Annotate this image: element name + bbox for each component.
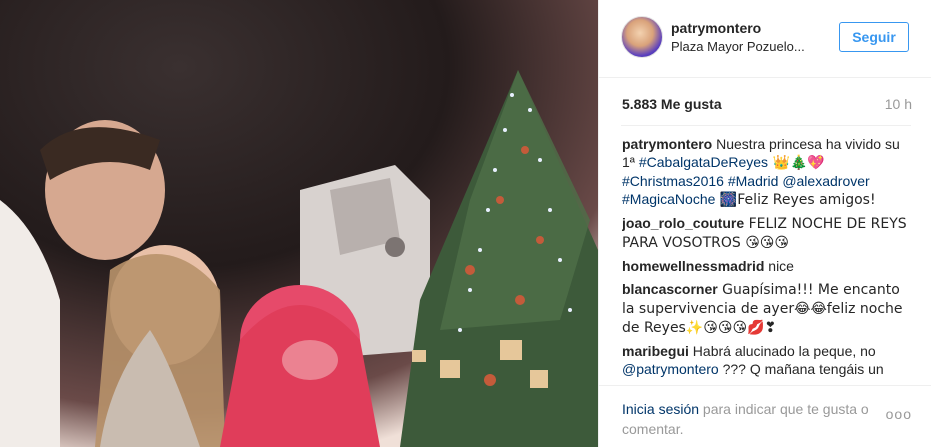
comment-username[interactable]: homewellnessmadrid — [622, 258, 764, 274]
mention-link[interactable]: @patrymontero — [622, 361, 719, 377]
divider — [621, 125, 911, 126]
login-prompt: Inicia sesión para indicar que te gusta … — [622, 399, 882, 439]
caption: patrymontero Nuestra princesa ha vivido … — [622, 135, 914, 209]
caption-emoji: 👑🎄💖 — [768, 155, 825, 171]
caption-text: 🎆Feliz Reyes amigos! — [715, 192, 876, 208]
comment-text: nice — [764, 258, 794, 274]
comment-username[interactable]: patrymontero — [622, 136, 712, 152]
comment-username[interactable]: blancascorner — [622, 281, 718, 297]
hashtag-link[interactable]: #Madrid — [728, 173, 779, 189]
list-item: maribegui Habrá alucinado la peque, no @… — [622, 342, 914, 378]
follow-button[interactable]: Seguir — [839, 22, 909, 52]
avatar[interactable] — [621, 16, 663, 58]
hashtag-link[interactable]: #Christmas2016 — [622, 173, 724, 189]
likes-count[interactable]: 5.883 Me gusta — [622, 96, 722, 112]
likes-row: 5.883 Me gusta 10 h — [622, 96, 912, 116]
mention-link[interactable]: @alexadrover — [782, 173, 869, 189]
comment-text: Habrá alucinado la peque, no — [688, 343, 876, 359]
list-item: joao_rolo_couture FELIZ NOCHE DE REYS PA… — [622, 214, 914, 252]
comments-list: patrymontero Nuestra princesa ha vivido … — [622, 135, 914, 378]
list-item: blancascorner Guapísima!!! Me encanto la… — [622, 280, 914, 337]
post-location[interactable]: Plaza Mayor Pozuelo... — [671, 39, 805, 54]
post-username[interactable]: patrymontero — [671, 20, 761, 36]
post-photo — [0, 0, 598, 447]
post-header: patrymontero Plaza Mayor Pozuelo... Segu… — [599, 0, 931, 78]
hashtag-link[interactable]: #CabalgataDeReyes — [639, 154, 768, 170]
hashtag-link[interactable]: #MagicaNoche — [622, 191, 715, 207]
login-link[interactable]: Inicia sesión — [622, 401, 699, 417]
post-details-panel: patrymontero Plaza Mayor Pozuelo... Segu… — [598, 0, 931, 447]
list-item: homewellnessmadrid nice — [622, 257, 914, 275]
post-time[interactable]: 10 h — [885, 96, 912, 112]
more-options-icon[interactable]: ooo — [886, 406, 912, 422]
post-footer: Inicia sesión para indicar que te gusta … — [599, 385, 931, 447]
photo-illustration — [0, 0, 598, 447]
comment-username[interactable]: joao_rolo_couture — [622, 215, 744, 231]
comment-text: ??? Q mañana tengáis un — [718, 361, 884, 377]
comment-username[interactable]: maribegui — [622, 343, 689, 359]
